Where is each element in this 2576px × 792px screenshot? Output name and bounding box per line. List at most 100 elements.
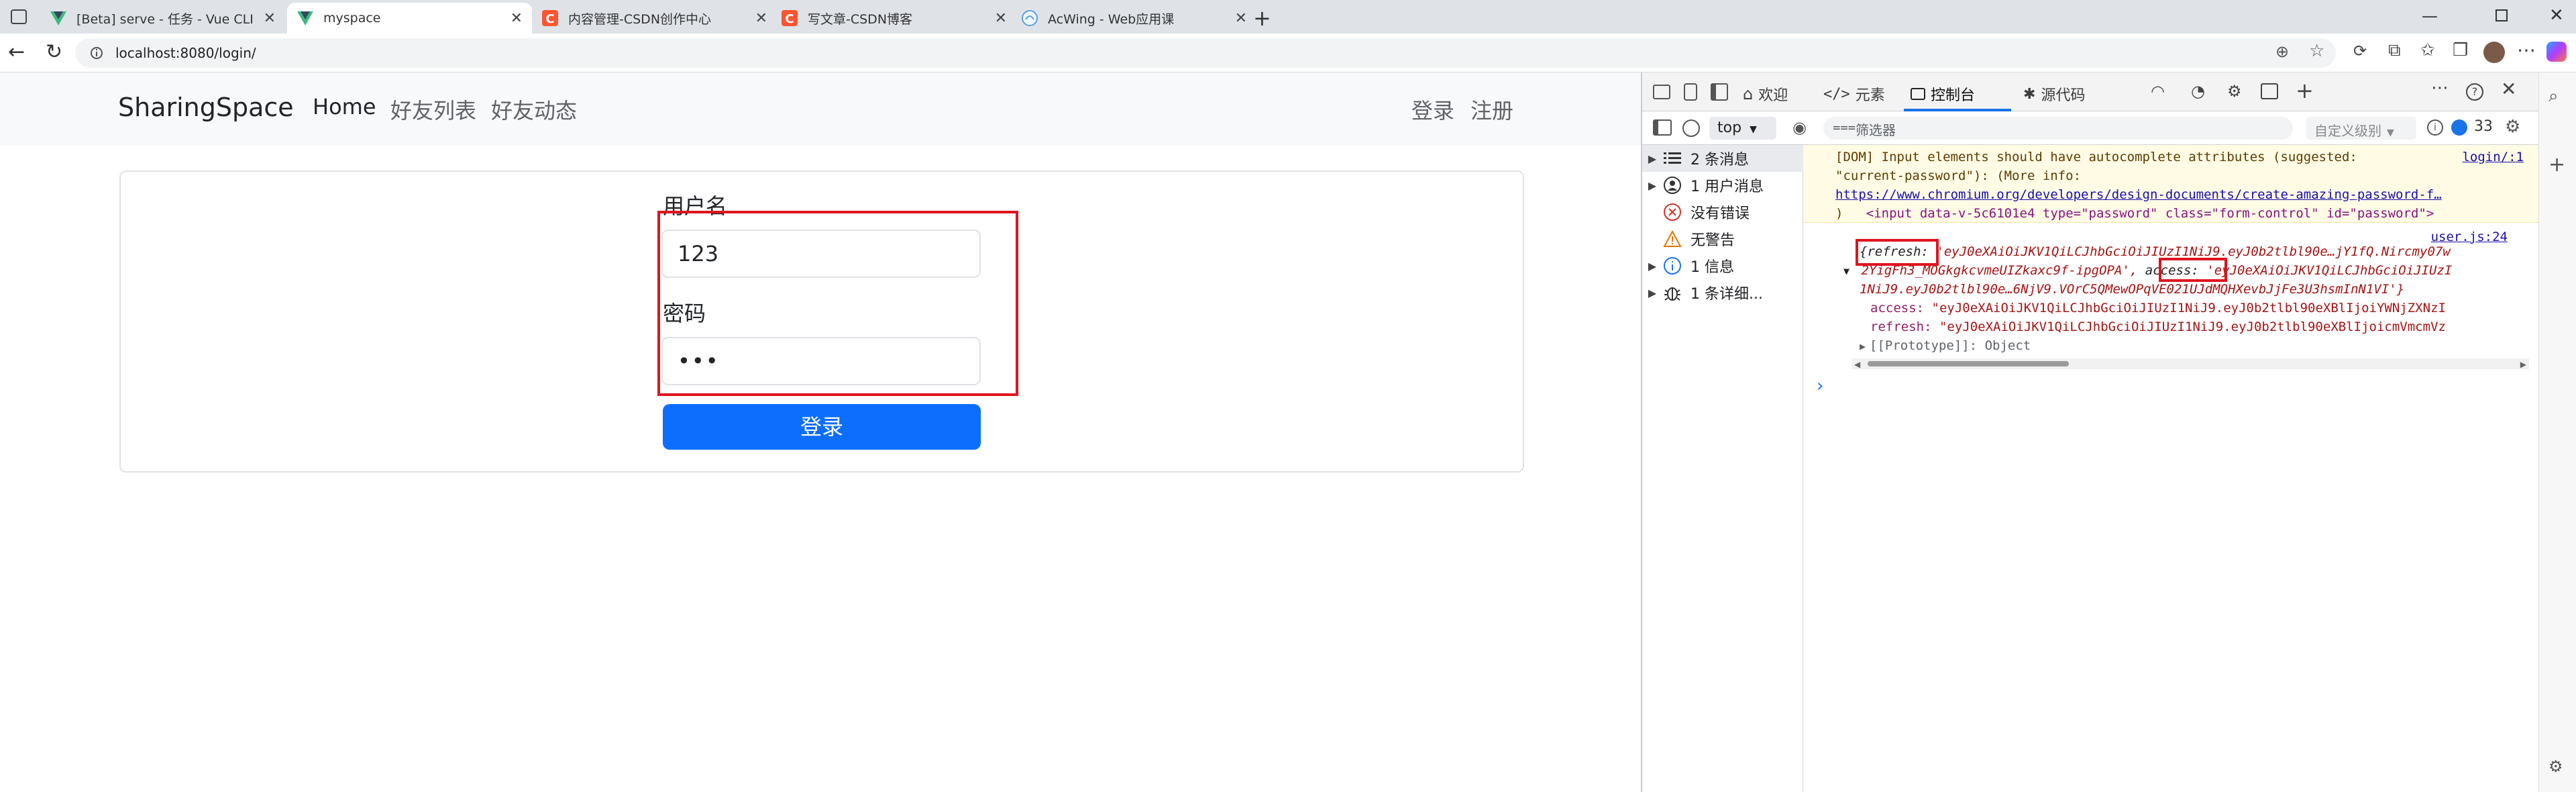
- minimize-icon[interactable]: —: [2422, 7, 2438, 26]
- log-refresh-value: 'eyJ0eXAiOiJKV1QiLCJhbGciOiJIUzI1NiJ9.ey…: [1936, 244, 2451, 259]
- favorites-icon[interactable]: ✩: [2420, 40, 2435, 60]
- tab-myspace[interactable]: myspace ✕: [287, 3, 532, 34]
- sidebar-label: 1 用户消息: [1690, 179, 1764, 195]
- dock-icon[interactable]: [1711, 83, 1728, 101]
- application-icon[interactable]: [2261, 83, 2278, 99]
- scrollbar-thumb[interactable]: [1868, 361, 2069, 366]
- issues-info-icon[interactable]: i: [2427, 119, 2443, 136]
- context-select[interactable]: top ▼: [1709, 117, 1776, 140]
- issue-count[interactable]: 33: [2474, 118, 2493, 135]
- tab-actions-icon[interactable]: [11, 9, 27, 24]
- sidebar-item-errors[interactable]: 没有错误: [1642, 199, 1803, 226]
- source-link[interactable]: user.js:24: [2431, 230, 2508, 244]
- prototype-row[interactable]: ▶ [[Prototype]]: Object: [1860, 338, 2031, 353]
- reload-icon[interactable]: ↻: [46, 40, 62, 64]
- sidebar-item-verbose[interactable]: ▶ 1 条详细...: [1642, 279, 1803, 306]
- expand-icon[interactable]: ▶: [1642, 152, 1662, 165]
- tab-label: 源代码: [2041, 87, 2086, 104]
- login-button[interactable]: 登录: [663, 404, 981, 450]
- warning-text: "current-password"): (More info:: [1835, 168, 2082, 183]
- favorite-star-icon[interactable]: ☆: [2309, 41, 2324, 61]
- sidebar-label: 没有错误: [1690, 205, 1750, 222]
- network-icon[interactable]: ◠: [2151, 82, 2165, 101]
- tab-elements[interactable]: </> 元素: [1823, 83, 1885, 105]
- expand-icon[interactable]: ▶: [1642, 287, 1662, 299]
- user-icon: [1662, 175, 1682, 195]
- horizontal-scrollbar[interactable]: ◀ ▶: [1851, 358, 2529, 369]
- expand-icon[interactable]: ▶: [1642, 179, 1662, 192]
- tab-csdn-write[interactable]: C 写文章-CSDN博客 ✕: [771, 3, 1016, 34]
- annotation-box: [2159, 258, 2227, 282]
- nav-home-link[interactable]: Home: [313, 94, 376, 119]
- window-close-icon[interactable]: ✕: [2549, 5, 2564, 26]
- add-tool-icon[interactable]: +: [2296, 78, 2314, 103]
- warning-element[interactable]: <input data-v-5c6101e4 type="password" c…: [1866, 206, 2434, 221]
- tab-console[interactable]: 控制台: [1911, 83, 1975, 105]
- nav-register-link[interactable]: 注册: [1470, 94, 1513, 125]
- bug-icon: [1662, 283, 1682, 303]
- search-icon[interactable]: ⌕: [2548, 86, 2559, 107]
- sidebar-item-info[interactable]: ▶ 1 信息: [1642, 252, 1803, 279]
- console-prompt[interactable]: ›: [1817, 376, 1823, 396]
- collections-icon[interactable]: ❐: [2453, 40, 2468, 60]
- site-info-icon[interactable]: [90, 46, 103, 60]
- close-icon[interactable]: ✕: [264, 10, 276, 27]
- back-icon[interactable]: ←: [8, 40, 25, 64]
- sidebar-item-user-messages[interactable]: ▶ 1 用户消息: [1642, 172, 1803, 199]
- avatar[interactable]: [2483, 42, 2505, 63]
- refresh-sync-icon[interactable]: ⟳: [2353, 42, 2367, 60]
- tab-vue-cli[interactable]: [Beta] serve - 任务 - Vue CLI ✕: [40, 3, 285, 34]
- nav-moments-link[interactable]: 好友动态: [491, 94, 577, 125]
- help-icon[interactable]: ?: [2466, 83, 2483, 101]
- more-info-link[interactable]: https://www.chromium.org/developers/desi…: [1835, 185, 2520, 204]
- level-select[interactable]: 自定义级别 ▼: [2306, 117, 2416, 140]
- sidebar-toggle-icon[interactable]: [1653, 119, 1672, 136]
- prop-refresh-value: "eyJ0eXAiOiJKV1QiLCJhbGciOiJIUzI1NiJ9.ey…: [1939, 319, 2446, 334]
- expand-icon[interactable]: ▶: [1860, 340, 1866, 352]
- performance-icon[interactable]: ◔: [2191, 82, 2205, 101]
- console-settings-icon[interactable]: ⚙: [2505, 117, 2520, 137]
- url-field[interactable]: localhost:8080/login/ ⊕ ☆: [75, 38, 2336, 68]
- close-icon[interactable]: ✕: [755, 10, 767, 27]
- expand-icon[interactable]: ▶: [1642, 260, 1662, 273]
- eye-icon[interactable]: ◉: [1792, 118, 1807, 137]
- filter-input[interactable]: ⩶ 筛选器: [1823, 117, 2293, 140]
- tab-csdn-content[interactable]: C 内容管理-CSDN创作中心 ✕: [532, 3, 777, 34]
- source-link[interactable]: login/:1: [2462, 148, 2524, 166]
- nav-login-link[interactable]: 登录: [1411, 94, 1454, 125]
- collapse-icon[interactable]: ▼: [1843, 265, 1849, 277]
- close-icon[interactable]: ✕: [1235, 10, 1247, 27]
- add-sidebar-app-icon[interactable]: +: [2548, 153, 2565, 177]
- tab-welcome[interactable]: ⌂ 欢迎: [1743, 83, 1788, 105]
- close-icon[interactable]: ✕: [511, 10, 523, 27]
- close-icon[interactable]: ✕: [995, 10, 1007, 27]
- inspect-icon[interactable]: [1653, 85, 1670, 99]
- scroll-left-icon[interactable]: ◀: [1854, 360, 1860, 369]
- issues-chat-icon[interactable]: [2451, 119, 2467, 136]
- sidebar-settings-icon[interactable]: ⚙: [2548, 757, 2563, 776]
- scroll-right-icon[interactable]: ▶: [2520, 360, 2526, 369]
- split-screen-icon[interactable]: ⧉: [2388, 40, 2401, 61]
- copilot-icon[interactable]: [2546, 42, 2567, 62]
- more-tools-icon[interactable]: ⋯: [2431, 78, 2449, 98]
- browser-sidebar: ⌕ + ⚙: [2538, 72, 2576, 792]
- new-tab-icon[interactable]: +: [1253, 5, 1271, 31]
- address-bar: ← ↻ localhost:8080/login/ ⊕ ☆ ⟳ ⧉ ✩ ❐ ⋯: [0, 34, 2576, 72]
- sidebar-label: 无警告: [1690, 232, 1735, 249]
- tab-bar: [Beta] serve - 任务 - Vue CLI ✕ myspace ✕ …: [0, 0, 2576, 34]
- svg-text:C: C: [785, 12, 794, 26]
- settings-gear-icon[interactable]: ⚙: [2227, 82, 2242, 101]
- brand-link[interactable]: SharingSpace: [118, 93, 294, 122]
- device-icon[interactable]: [1684, 83, 1697, 101]
- close-devtools-icon[interactable]: ✕: [2501, 78, 2516, 100]
- zoom-icon[interactable]: ⊕: [2275, 42, 2289, 61]
- tab-acwing[interactable]: AcWing - Web应用课 ✕: [1012, 3, 1256, 34]
- sidebar-item-messages[interactable]: ▶ 2 条消息: [1642, 145, 1803, 172]
- nav-friends-link[interactable]: 好友列表: [390, 94, 476, 125]
- sidebar-item-warnings[interactable]: 无警告: [1642, 226, 1803, 252]
- more-icon[interactable]: ⋯: [2517, 39, 2536, 61]
- maximize-icon[interactable]: [2496, 9, 2508, 21]
- clear-console-icon[interactable]: [1682, 119, 1700, 137]
- console-output: [DOM] Input elements should have autocom…: [1803, 145, 2567, 792]
- tab-sources[interactable]: ✱ 源代码: [2023, 83, 2085, 105]
